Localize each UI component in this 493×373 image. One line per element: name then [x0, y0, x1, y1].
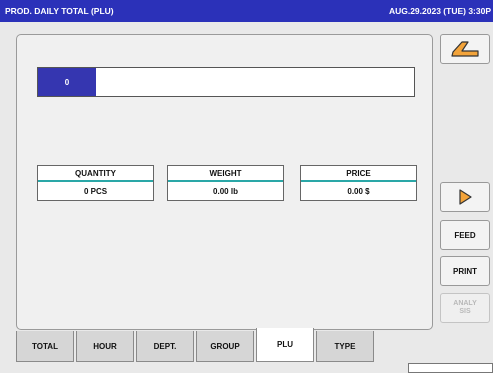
tab-plu[interactable]: PLU	[256, 328, 314, 362]
play-triangle-icon	[459, 189, 472, 205]
price-value: 0.00 $	[347, 186, 370, 196]
price-label: PRICE	[301, 166, 416, 182]
quantity-label: QUANTITY	[38, 166, 153, 182]
weight-box: WEIGHT 0.00 lb	[167, 165, 284, 201]
tab-total[interactable]: TOTAL	[16, 331, 74, 362]
page-title: PROD. DAILY TOTAL (PLU)	[5, 6, 114, 16]
next-button[interactable]	[440, 182, 490, 212]
weight-label: WEIGHT	[168, 166, 283, 182]
tab-type[interactable]: TYPE	[316, 331, 374, 362]
weight-value: 0.00 lb	[213, 186, 238, 196]
date-time: AUG.29.2023 (TUE) 3:30P	[388, 6, 491, 16]
analysis-button[interactable]: ANALY SIS	[440, 293, 490, 323]
return-arrow-icon	[451, 41, 479, 57]
tab-dept[interactable]: DEPT.	[136, 331, 194, 362]
analysis-label-line2: SIS	[459, 308, 471, 315]
feed-button[interactable]: FEED	[440, 220, 490, 250]
plu-number-field[interactable]: 0	[37, 67, 415, 97]
quantity-value: 0 PCS	[83, 186, 108, 196]
tab-hour[interactable]: HOUR	[76, 331, 134, 362]
bottom-status-box	[408, 363, 493, 373]
price-box: PRICE 0.00 $	[300, 165, 417, 201]
back-button[interactable]	[440, 34, 490, 64]
print-button[interactable]: PRINT	[440, 256, 490, 286]
tab-group[interactable]: GROUP	[196, 331, 254, 362]
quantity-box: QUANTITY 0 PCS	[37, 165, 154, 201]
title-bar: PROD. DAILY TOTAL (PLU) AUG.29.2023 (TUE…	[0, 0, 493, 22]
report-panel: 0 QUANTITY 0 PCS WEIGHT 0.00 lb PRICE 0.…	[16, 34, 433, 330]
plu-number-value: 0	[38, 68, 96, 96]
analysis-label-line1: ANALY	[453, 300, 477, 307]
